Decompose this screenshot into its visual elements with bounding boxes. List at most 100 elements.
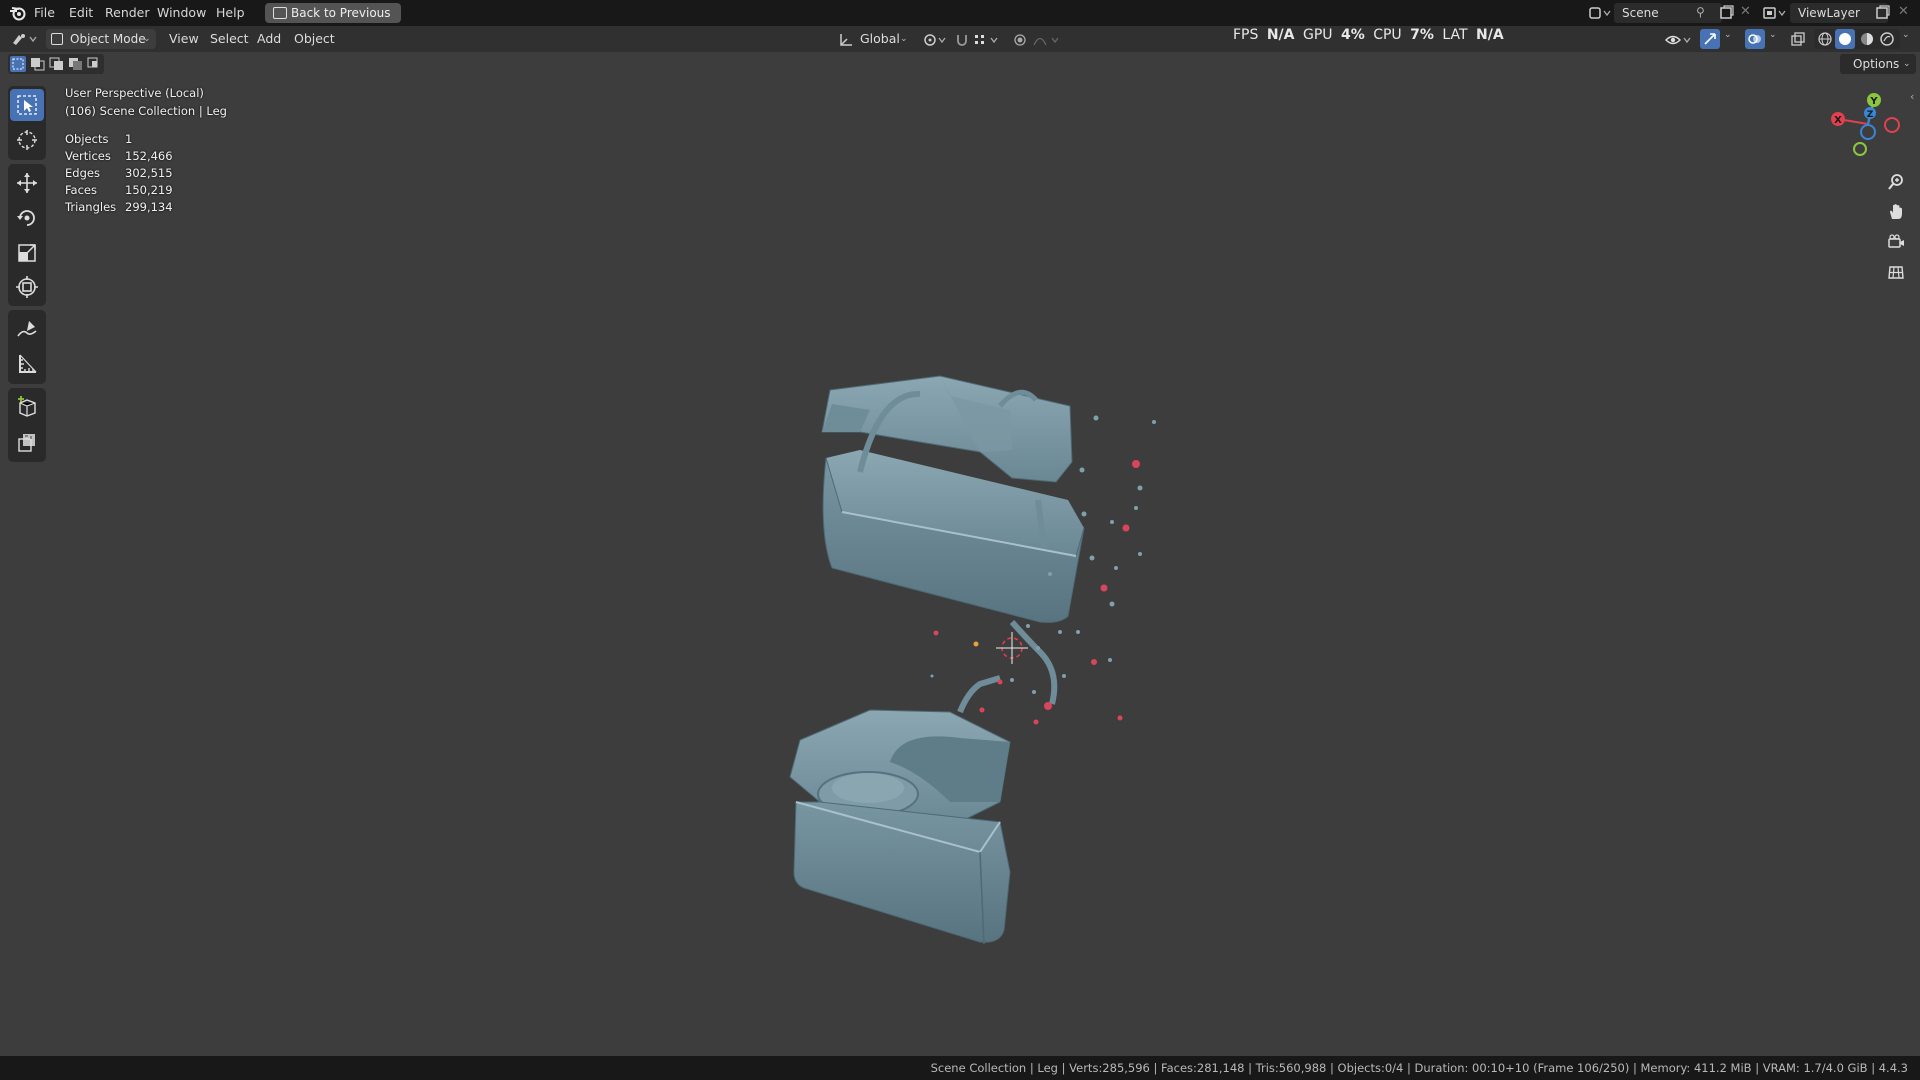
menu-object[interactable]: Object [294,26,335,52]
orthographic-toggle-button[interactable] [1882,258,1910,286]
menu-help[interactable]: Help [216,0,245,26]
back-to-previous-button[interactable]: Back to Previous [265,3,401,23]
collection-info: (106) Scene Collection | Leg [65,104,227,118]
top-menu-bar: File Edit Render Window Help Back to Pre… [0,0,1920,26]
camera-icon [1888,234,1904,248]
stat-value: 302,515 [125,166,173,180]
select-new-button[interactable] [10,56,26,72]
select-invert-icon[interactable] [68,57,84,71]
transform-orientation-icon[interactable] [838,32,854,48]
options-label: Options [1853,57,1900,71]
menu-file[interactable]: File [34,0,55,26]
lat-label: LAT [1442,27,1468,43]
new-scene-icon[interactable] [1718,5,1734,21]
select-intersect-icon[interactable] [87,57,103,71]
leg-model-render[interactable] [700,332,1180,962]
transform-orientation-label[interactable]: Global [860,26,900,52]
selection-mode-group [8,54,104,74]
delete-view-layer-icon[interactable]: ✕ [1898,4,1909,19]
blender-logo-icon[interactable] [9,5,27,21]
stat-label: Triangles [65,200,117,214]
scene-icon[interactable] [1588,5,1612,21]
proportional-editing-icon[interactable] [1012,32,1064,48]
status-bar: Scene Collection | Leg | Verts:285,596 |… [0,1056,1920,1080]
select-new-icon [12,58,24,70]
axis-neg-x-handle[interactable] [1884,117,1900,133]
screen-icon [273,7,287,19]
view-layer-icon[interactable] [1762,5,1788,21]
chevron-down-icon[interactable]: ⌄ [900,26,908,52]
pivot-point-icon[interactable] [922,32,950,48]
menu-select[interactable]: Select [210,26,249,52]
chevron-down-icon[interactable]: ⌄ [1724,30,1732,40]
stat-edges: Edges 302,515 [65,166,173,180]
visibility-icon[interactable] [1664,32,1694,48]
move-icon [17,173,37,193]
axis-z-label: Z [1867,110,1874,120]
stat-value: 152,466 [125,149,173,163]
cpu-value: 7% [1410,27,1434,43]
solid-shading-icon [1839,33,1851,45]
tool-add-cube[interactable] [10,391,44,423]
mode-dropdown[interactable]: Object Mode ⌄ [46,29,156,49]
stat-value: 299,134 [125,200,173,214]
axis-neg-y-handle[interactable] [1853,142,1867,156]
snap-icon[interactable] [955,32,1003,48]
menu-view[interactable]: View [169,26,199,52]
scene-field[interactable]: Scene [1614,3,1722,23]
camera-view-button[interactable] [1882,228,1910,256]
pin-icon[interactable]: ⚲ [1696,5,1705,19]
performance-readout: FPS N/A GPU 4% CPU 7% LAT N/A [1233,26,1504,46]
pan-button[interactable] [1882,198,1910,226]
delete-scene-icon[interactable]: ✕ [1740,4,1751,19]
3d-viewport[interactable]: Options ⌄ ‹ User Perspective (Local) (10… [0,52,1920,1056]
add-cube-icon [18,396,36,417]
wireframe-shading-icon[interactable] [1817,31,1833,47]
view-layer-name: ViewLayer [1798,6,1860,20]
solid-shading-button[interactable] [1835,29,1855,49]
cursor-icon [17,130,37,150]
tool-scale[interactable] [10,237,44,269]
tool-cursor[interactable] [10,124,44,156]
gizmo-toggle-button[interactable] [1700,29,1720,49]
tool-rotate[interactable] [10,202,44,234]
select-subtract-icon[interactable] [49,57,65,71]
lower-leg-part [789,675,1011,945]
tool-transform[interactable] [10,271,44,303]
view-name: User Perspective (Local) [65,86,204,100]
chevron-down-icon[interactable]: ⌄ [1769,30,1777,40]
toolbar-select-cursor-group [8,86,46,160]
options-dropdown[interactable]: Options ⌄ [1840,54,1916,74]
mode-label: Object Mode [70,32,146,46]
new-view-layer-icon[interactable] [1874,5,1890,21]
tool-annotate[interactable] [10,313,44,345]
tool-measure[interactable] [10,348,44,380]
zoom-button[interactable] [1882,168,1910,196]
sidebar-toggle-icon[interactable]: ‹ [1910,90,1914,103]
overlays-toggle-button[interactable] [1745,29,1765,49]
stat-label: Objects [65,132,109,146]
zoom-icon [1888,174,1903,190]
tool-extrude[interactable] [10,426,44,458]
stat-vertices: Vertices 152,466 [65,149,173,163]
select-extend-icon[interactable] [30,57,46,71]
axis-x-label: X [1834,115,1842,126]
cpu-label: CPU [1373,27,1402,43]
navigation-gizmo[interactable]: Y X Z [1820,84,1900,164]
axis-neg-z-handle[interactable] [1860,124,1876,140]
menu-render[interactable]: Render [105,0,150,26]
select-box-icon [17,95,37,115]
menu-add[interactable]: Add [257,26,281,52]
tool-select-box[interactable] [10,89,44,121]
menu-edit[interactable]: Edit [69,0,93,26]
editor-type-icon[interactable] [10,31,40,47]
material-shading-icon[interactable] [1859,31,1875,47]
scene-name: Scene [1622,6,1659,20]
chevron-down-icon[interactable]: ⌄ [1902,30,1910,40]
menu-window[interactable]: Window [157,0,206,26]
xray-icon[interactable] [1790,32,1806,48]
gpu-value: 4% [1340,27,1365,43]
chevron-down-icon: ⌄ [143,34,151,44]
rendered-shading-icon[interactable] [1879,31,1895,47]
tool-move[interactable] [10,167,44,199]
